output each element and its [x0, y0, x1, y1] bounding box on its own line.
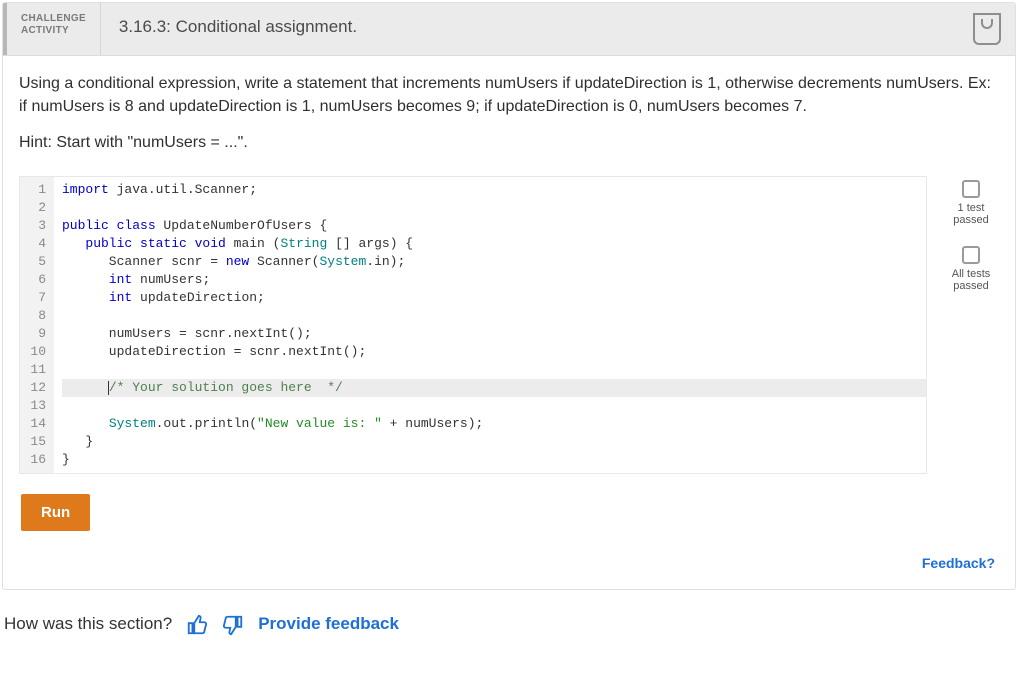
- code-line[interactable]: int numUsers;: [62, 271, 926, 289]
- checkbox-icon: [962, 246, 980, 264]
- code-area[interactable]: import java.util.Scanner; public class U…: [54, 177, 926, 473]
- code-line[interactable]: import java.util.Scanner;: [62, 181, 926, 199]
- badge-line2: ACTIVITY: [21, 25, 86, 37]
- line-number: 12: [24, 379, 46, 397]
- run-button[interactable]: Run: [21, 494, 90, 531]
- line-number: 4: [24, 235, 46, 253]
- line-number: 1: [24, 181, 46, 199]
- provide-feedback-link[interactable]: Provide feedback: [258, 614, 399, 634]
- status-label: passed: [943, 280, 999, 292]
- prompt-text: Using a conditional expression, write a …: [19, 72, 999, 118]
- line-number: 3: [24, 217, 46, 235]
- activity-header: CHALLENGE ACTIVITY 3.16.3: Conditional a…: [3, 3, 1015, 56]
- code-editor[interactable]: 12345678910111213141516 import java.util…: [19, 176, 927, 474]
- hint-text: Hint: Start with "numUsers = ...".: [19, 134, 999, 152]
- status-one-test: 1 test passed: [943, 180, 999, 226]
- activity-type-badge: CHALLENGE ACTIVITY: [7, 3, 101, 55]
- badge-line1: CHALLENGE: [21, 13, 86, 25]
- code-line[interactable]: [62, 361, 926, 379]
- thumbs-down-icon[interactable]: [222, 614, 244, 634]
- line-number: 16: [24, 451, 46, 469]
- editor-row: 12345678910111213141516 import java.util…: [19, 176, 999, 474]
- code-line[interactable]: /* Your solution goes here */: [62, 379, 926, 397]
- status-label: All tests: [943, 268, 999, 280]
- checkbox-icon: [962, 180, 980, 198]
- line-number: 14: [24, 415, 46, 433]
- code-line[interactable]: Scanner scnr = new Scanner(System.in);: [62, 253, 926, 271]
- code-line[interactable]: }: [62, 451, 926, 469]
- test-status-column: 1 test passed All tests passed: [943, 176, 999, 312]
- line-number: 10: [24, 343, 46, 361]
- status-all-tests: All tests passed: [943, 246, 999, 292]
- code-line[interactable]: public static void main (String [] args)…: [62, 235, 926, 253]
- code-line[interactable]: int updateDirection;: [62, 289, 926, 307]
- line-number: 15: [24, 433, 46, 451]
- line-number: 8: [24, 307, 46, 325]
- line-number: 9: [24, 325, 46, 343]
- feedback-link[interactable]: Feedback?: [19, 555, 995, 571]
- code-line[interactable]: [62, 199, 926, 217]
- bookmark-icon[interactable]: [973, 13, 1001, 45]
- line-number: 2: [24, 199, 46, 217]
- line-number: 7: [24, 289, 46, 307]
- line-number: 5: [24, 253, 46, 271]
- line-number: 13: [24, 397, 46, 415]
- footer-question: How was this section?: [4, 614, 172, 634]
- line-number-gutter: 12345678910111213141516: [20, 177, 54, 473]
- code-line[interactable]: System.out.println("New value is: " + nu…: [62, 415, 926, 433]
- code-line[interactable]: numUsers = scnr.nextInt();: [62, 325, 926, 343]
- code-line[interactable]: updateDirection = scnr.nextInt();: [62, 343, 926, 361]
- code-line[interactable]: [62, 397, 926, 415]
- line-number: 11: [24, 361, 46, 379]
- section-feedback-footer: How was this section? Provide feedback: [0, 600, 1024, 646]
- activity-title: 3.16.3: Conditional assignment.: [101, 3, 959, 55]
- thumbs-up-icon[interactable]: [186, 614, 208, 634]
- code-line[interactable]: }: [62, 433, 926, 451]
- challenge-activity: CHALLENGE ACTIVITY 3.16.3: Conditional a…: [2, 2, 1016, 590]
- code-line[interactable]: public class UpdateNumberOfUsers {: [62, 217, 926, 235]
- activity-body: Using a conditional expression, write a …: [3, 56, 1015, 589]
- line-number: 6: [24, 271, 46, 289]
- status-label: 1 test: [943, 202, 999, 214]
- code-line[interactable]: [62, 307, 926, 325]
- status-label: passed: [943, 214, 999, 226]
